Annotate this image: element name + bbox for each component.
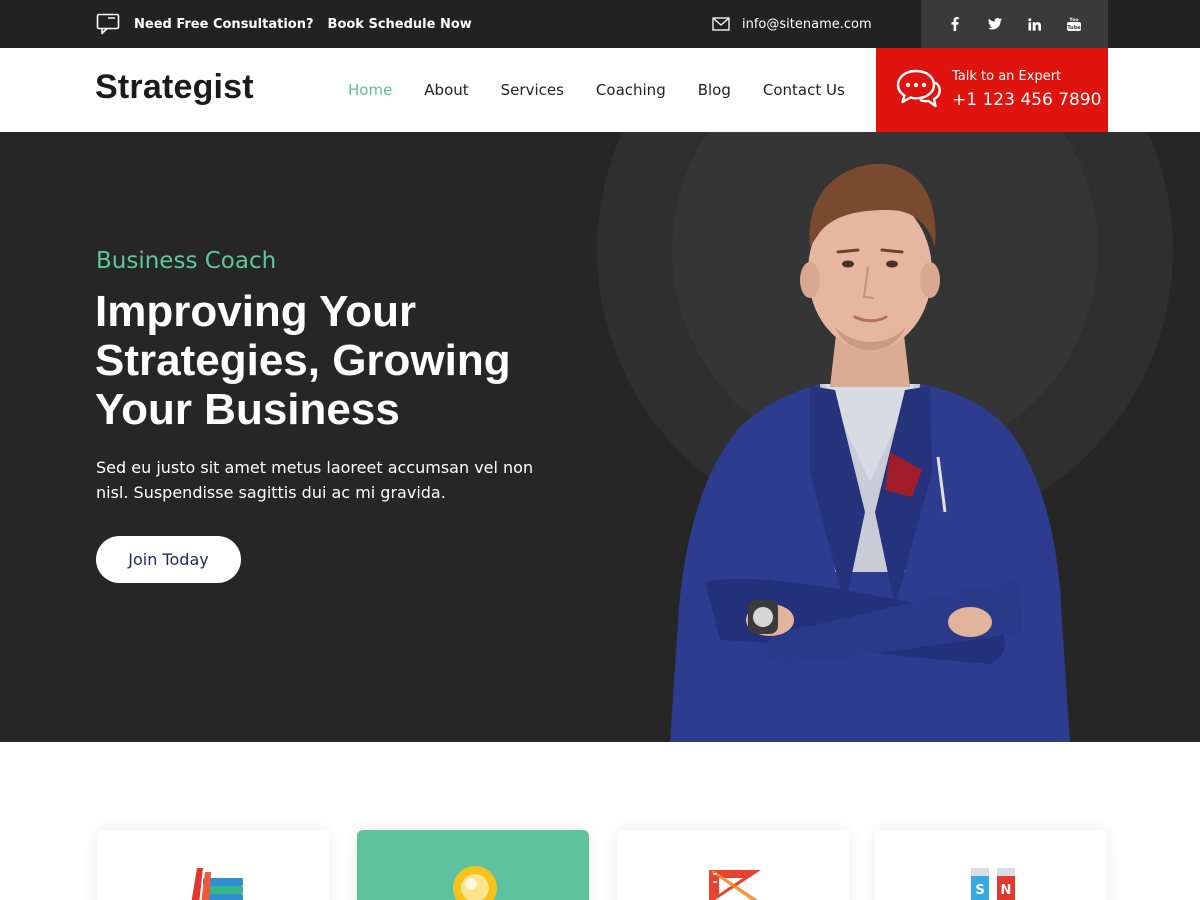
feature-card-2[interactable] <box>357 830 589 900</box>
email-link[interactable]: info@sitename.com <box>742 17 872 32</box>
site-logo[interactable]: Strategist <box>95 68 254 107</box>
hero-description: Sed eu justo sit amet metus laoreet accu… <box>96 458 534 502</box>
talk-to-expert-label: Talk to an Expert <box>952 69 1062 84</box>
feature-card-3[interactable] <box>617 830 849 900</box>
lightbulb-icon <box>453 866 497 900</box>
monitor-chat-icon <box>96 13 120 35</box>
consultation-notice: Need Free Consultation? Book Schedule No… <box>96 13 472 35</box>
hero-eyebrow: Business Coach <box>96 248 277 274</box>
hero-headline: Improving Your Strategies, Growing Your … <box>95 287 511 434</box>
svg-text:Tube: Tube <box>1067 25 1081 31</box>
top-bar: Need Free Consultation? Book Schedule No… <box>0 0 1200 48</box>
email-contact: info@sitename.com <box>712 14 872 34</box>
consultation-label: Need Free Consultation? <box>134 16 314 32</box>
nav-home[interactable]: Home <box>348 81 392 99</box>
feature-card-4[interactable]: S N <box>875 830 1107 900</box>
ruler-triangle-icon <box>709 870 761 900</box>
expert-phone-number[interactable]: +1 123 456 7890 <box>952 90 1101 110</box>
join-today-button[interactable]: Join Today <box>96 536 241 583</box>
facebook-icon[interactable] <box>944 13 966 35</box>
nav-services[interactable]: Services <box>501 81 564 99</box>
feature-card-1[interactable] <box>97 830 329 900</box>
twitter-icon[interactable] <box>984 13 1006 35</box>
businessman-photo <box>670 163 1070 742</box>
svg-text:You: You <box>1069 17 1079 23</box>
linkedin-icon[interactable] <box>1023 13 1045 35</box>
chat-bubbles-icon <box>896 69 941 108</box>
svg-text:N: N <box>1001 883 1012 898</box>
magnet-icon: S N <box>971 868 1015 900</box>
hero-section: Business Coach Improving Your Strategies… <box>0 132 1200 742</box>
youtube-icon[interactable]: Tube You <box>1063 13 1085 35</box>
book-schedule-link[interactable]: Book Schedule Now <box>328 17 472 32</box>
nav-contact-us[interactable]: Contact Us <box>763 81 845 99</box>
envelope-icon <box>712 17 730 31</box>
books-icon <box>191 868 243 900</box>
social-links: Tube You <box>921 0 1108 48</box>
svg-text:S: S <box>975 883 984 898</box>
nav-blog[interactable]: Blog <box>698 81 731 99</box>
nav-about[interactable]: About <box>424 81 468 99</box>
main-nav: Home About Services Coaching Blog Contac… <box>332 81 861 99</box>
features-section: S N <box>0 742 1200 900</box>
nav-coaching[interactable]: Coaching <box>596 81 666 99</box>
talk-to-expert-box[interactable]: Talk to an Expert +1 123 456 7890 <box>876 48 1108 132</box>
